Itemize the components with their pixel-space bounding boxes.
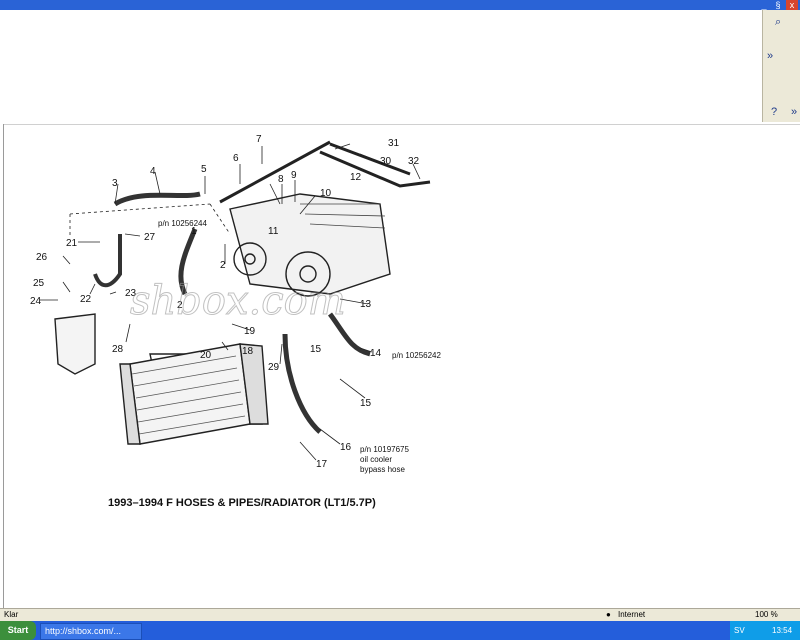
help-icon[interactable]: ? (771, 106, 777, 118)
status-bar: Klar ● Internet 100 % (0, 608, 800, 622)
part-label-28: 28 (112, 344, 124, 355)
part-label-5: 5 (201, 164, 207, 175)
status-zone: Internet (618, 610, 646, 619)
part-label-18: 18 (242, 346, 254, 357)
language-indicator[interactable]: SV (734, 621, 745, 640)
toolbar-chevron-2[interactable]: » (791, 106, 797, 118)
note-oil-cooler: oil cooler (360, 455, 392, 464)
toolbar-chevron[interactable]: » (767, 50, 773, 62)
part-label-16: 16 (340, 442, 352, 453)
part-label-10: 10 (320, 188, 332, 199)
part-label-4: 4 (150, 166, 156, 177)
part-label-15b: 15 (360, 398, 372, 409)
taskbar-task-button[interactable]: http://shbox.com/... (40, 623, 142, 640)
part-label-20: 20 (200, 350, 212, 361)
toolbar-area: ⌕ » ? » (762, 10, 800, 122)
part-label-11: 11 (268, 226, 279, 237)
part-label-17: 17 (316, 459, 328, 470)
part-label-12: 12 (350, 172, 362, 183)
pipe-6 (219, 140, 331, 204)
part-label-30: 30 (380, 156, 392, 167)
coolant-reservoir (54, 313, 96, 375)
part-label-32: 32 (408, 156, 420, 167)
part-label-14: 14 (370, 348, 382, 359)
part-label-29: 29 (268, 362, 280, 373)
start-button[interactable]: Start (0, 621, 36, 640)
restore-button[interactable]: § (772, 0, 784, 10)
part-label-15a: 15 (310, 344, 322, 355)
note-pn-10256244: p/n 10256244 (158, 219, 207, 228)
part-label-3: 3 (112, 178, 118, 189)
taskbar: Start http://shbox.com/... SV 13:54 (0, 621, 800, 640)
note-pn-10197675: p/n 10197675 (360, 445, 409, 454)
window-controls: _ § x (758, 0, 798, 10)
system-tray: SV 13:54 (730, 621, 800, 640)
globe-icon: ● (606, 610, 611, 619)
part-label-19: 19 (244, 326, 256, 337)
part-label-27: 27 (144, 232, 156, 243)
part-label-7: 7 (256, 134, 262, 145)
part-label-8: 8 (278, 174, 284, 185)
search-icon[interactable]: ⌕ (775, 16, 781, 29)
part-label-6: 6 (233, 153, 239, 164)
part-label-31: 31 (388, 138, 400, 149)
minimize-button[interactable]: _ (758, 0, 770, 10)
upper-hose (113, 191, 201, 207)
status-text: Klar (4, 610, 19, 619)
watermark: shbox.com (130, 278, 346, 324)
part-label-24: 24 (30, 296, 42, 307)
note-bypass-hose: bypass hose (360, 465, 405, 474)
part-label-2a: 2 (220, 260, 226, 271)
clock: 13:54 (772, 626, 793, 635)
window-title-bar (0, 0, 800, 10)
parts-diagram: 1 2 2 3 4 5 6 7 8 9 10 11 12 13 14 15 15… (30, 134, 441, 509)
part-label-22: 22 (80, 294, 92, 305)
note-pn-10256242: p/n 10256242 (392, 351, 441, 360)
part-label-9: 9 (291, 170, 297, 181)
part-label-13: 13 (360, 299, 372, 310)
radiator-drawing (119, 343, 269, 445)
zoom-level[interactable]: 100 % (755, 610, 778, 619)
diagram-caption: 1993–1994 F HOSES & PIPES/RADIATOR (LT1/… (108, 497, 376, 509)
close-button[interactable]: x (786, 0, 798, 10)
part-label-21: 21 (66, 238, 78, 249)
part-label-25: 25 (33, 278, 45, 289)
part-label-26: 26 (36, 252, 48, 263)
